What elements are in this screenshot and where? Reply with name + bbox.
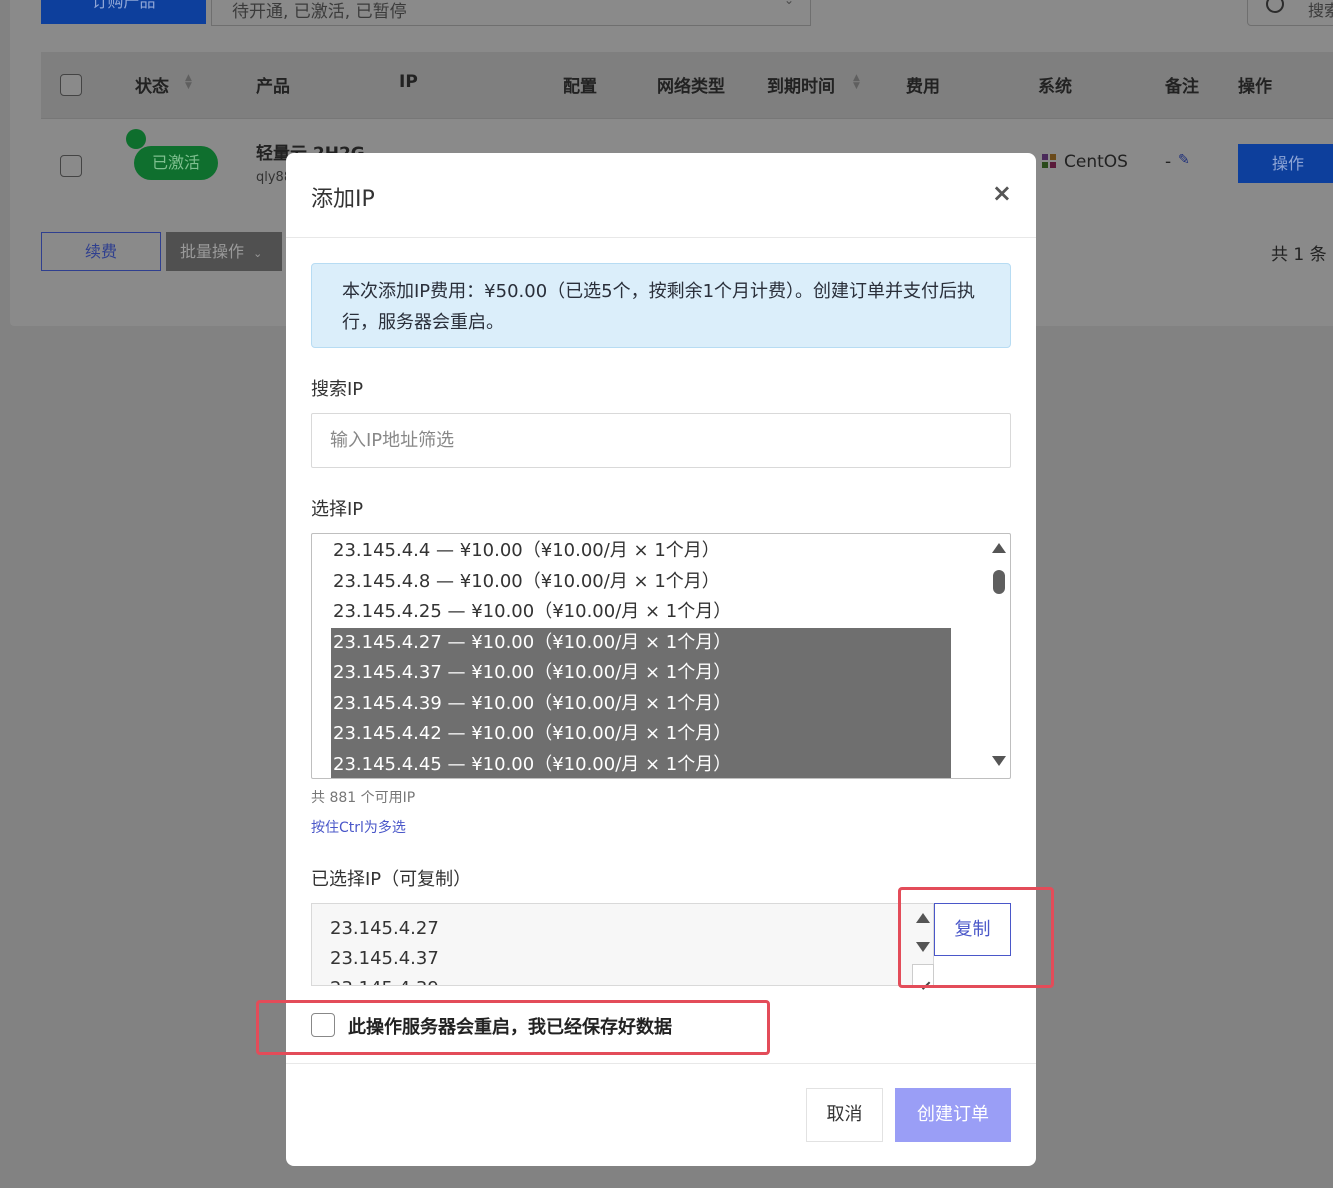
status-filter-value: 待开通, 已激活, 已暂停 [232,2,407,22]
ip-option[interactable]: 23.145.4.39 — ¥10.00（¥10.00/月 × 1个月） [331,688,951,719]
ip-option[interactable]: 23.145.4.25 — ¥10.00（¥10.00/月 × 1个月） [331,597,731,628]
chevron-down-icon: ⌄ [783,0,794,7]
ip-option[interactable]: 23.145.4.27 — ¥10.00（¥10.00/月 × 1个月） [331,627,951,658]
highlight-box-copy [898,887,1054,988]
column-header-ip: IP [399,72,418,92]
note-value: - [1165,152,1172,172]
search-button[interactable]: 搜索 [1247,0,1333,26]
column-header-expire-time: 到期时间 [767,77,835,97]
batch-operation-button[interactable]: 批量操作 ⌄ [166,232,282,271]
status-dot [126,129,146,149]
selected-ip-line: 23.145.4.27 [330,918,439,939]
renew-button[interactable]: 续费 [41,232,161,271]
edit-note-icon[interactable]: ✎ [1178,152,1192,170]
chevron-down-icon: ⌄ [253,247,263,260]
os-cell: CentOS [1040,152,1128,172]
search-button-label: 搜索 [1308,1,1333,20]
ip-option[interactable]: 23.145.4.42 — ¥10.00（¥10.00/月 × 1个月） [331,719,951,750]
sort-icon[interactable]: ▲ ▼ [853,74,860,91]
modal-footer-divider [286,1063,1036,1064]
column-header-network-type: 网络类型 [657,77,725,97]
modal-title: 添加IP [311,187,375,212]
column-header-product: 产品 [256,77,290,97]
ip-option[interactable]: 23.145.4.37 — ¥10.00（¥10.00/月 × 1个月） [331,658,951,689]
status-filter-select[interactable]: 待开通, 已激活, 已暂停 ⌄ [211,0,811,26]
selected-ip-label: 已选择IP（可复制） [311,869,472,890]
ip-multi-select[interactable]: 23.145.4.4 — ¥10.00（¥10.00/月 × 1个月） 23.14… [311,533,1011,779]
ip-option[interactable]: 23.145.4.45 — ¥10.00（¥10.00/月 × 1个月） [331,749,951,778]
selected-ip-textarea[interactable]: 23.145.4.27 23.145.4.37 23.145.4.39 [311,903,934,986]
close-icon[interactable]: × [992,179,1012,207]
selected-ip-line: 23.145.4.37 [330,948,439,969]
select-all-checkbox[interactable] [60,74,82,96]
column-header-status: 状态 [135,77,169,97]
sort-icon[interactable]: ▲ ▼ [185,74,192,91]
modal-header-divider [286,237,1036,238]
column-header-config: 配置 [563,77,597,97]
scroll-down-arrow-icon[interactable] [992,756,1006,766]
column-header-fee: 费用 [906,77,940,97]
ip-option[interactable]: 23.145.4.4 — ¥10.00（¥10.00/月 × 1个月） [331,536,720,567]
column-header-note: 备注 [1165,77,1199,97]
os-name: CentOS [1064,152,1128,172]
multi-select-hint: 按住Ctrl为多选 [311,820,406,836]
status-badge: 已激活 [134,146,218,180]
search-ip-input[interactable] [311,413,1011,468]
row-checkbox[interactable] [60,155,82,177]
create-order-button[interactable]: 创建订单 [895,1088,1011,1142]
row-action-button[interactable]: 操作 [1238,144,1333,183]
centos-icon [1042,154,1056,168]
search-ip-label: 搜索IP [311,379,364,400]
cancel-button[interactable]: 取消 [806,1088,883,1142]
column-header-action: 操作 [1238,77,1272,97]
column-header-os: 系统 [1038,77,1072,97]
selected-ip-line: 23.145.4.39 [330,978,439,985]
scrollbar-thumb[interactable] [993,570,1005,594]
ip-option[interactable]: 23.145.4.8 — ¥10.00（¥10.00/月 × 1个月） [331,567,720,598]
fee-info-alert: 本次添加IP费用：¥50.00（已选5个，按剩余1个月计费）。创建订单并支付后执… [311,263,1011,348]
search-icon [1266,0,1284,13]
scroll-up-arrow-icon[interactable] [992,543,1006,553]
select-ip-label: 选择IP [311,499,364,520]
row-divider [41,118,1333,119]
batch-operation-label: 批量操作 [180,242,245,261]
total-count: 共 1 条 [1271,245,1327,265]
buy-product-button[interactable]: 订购产品 [41,0,206,24]
available-ip-count: 共 881 个可用IP [311,790,416,806]
highlight-box-confirm [256,1000,770,1055]
